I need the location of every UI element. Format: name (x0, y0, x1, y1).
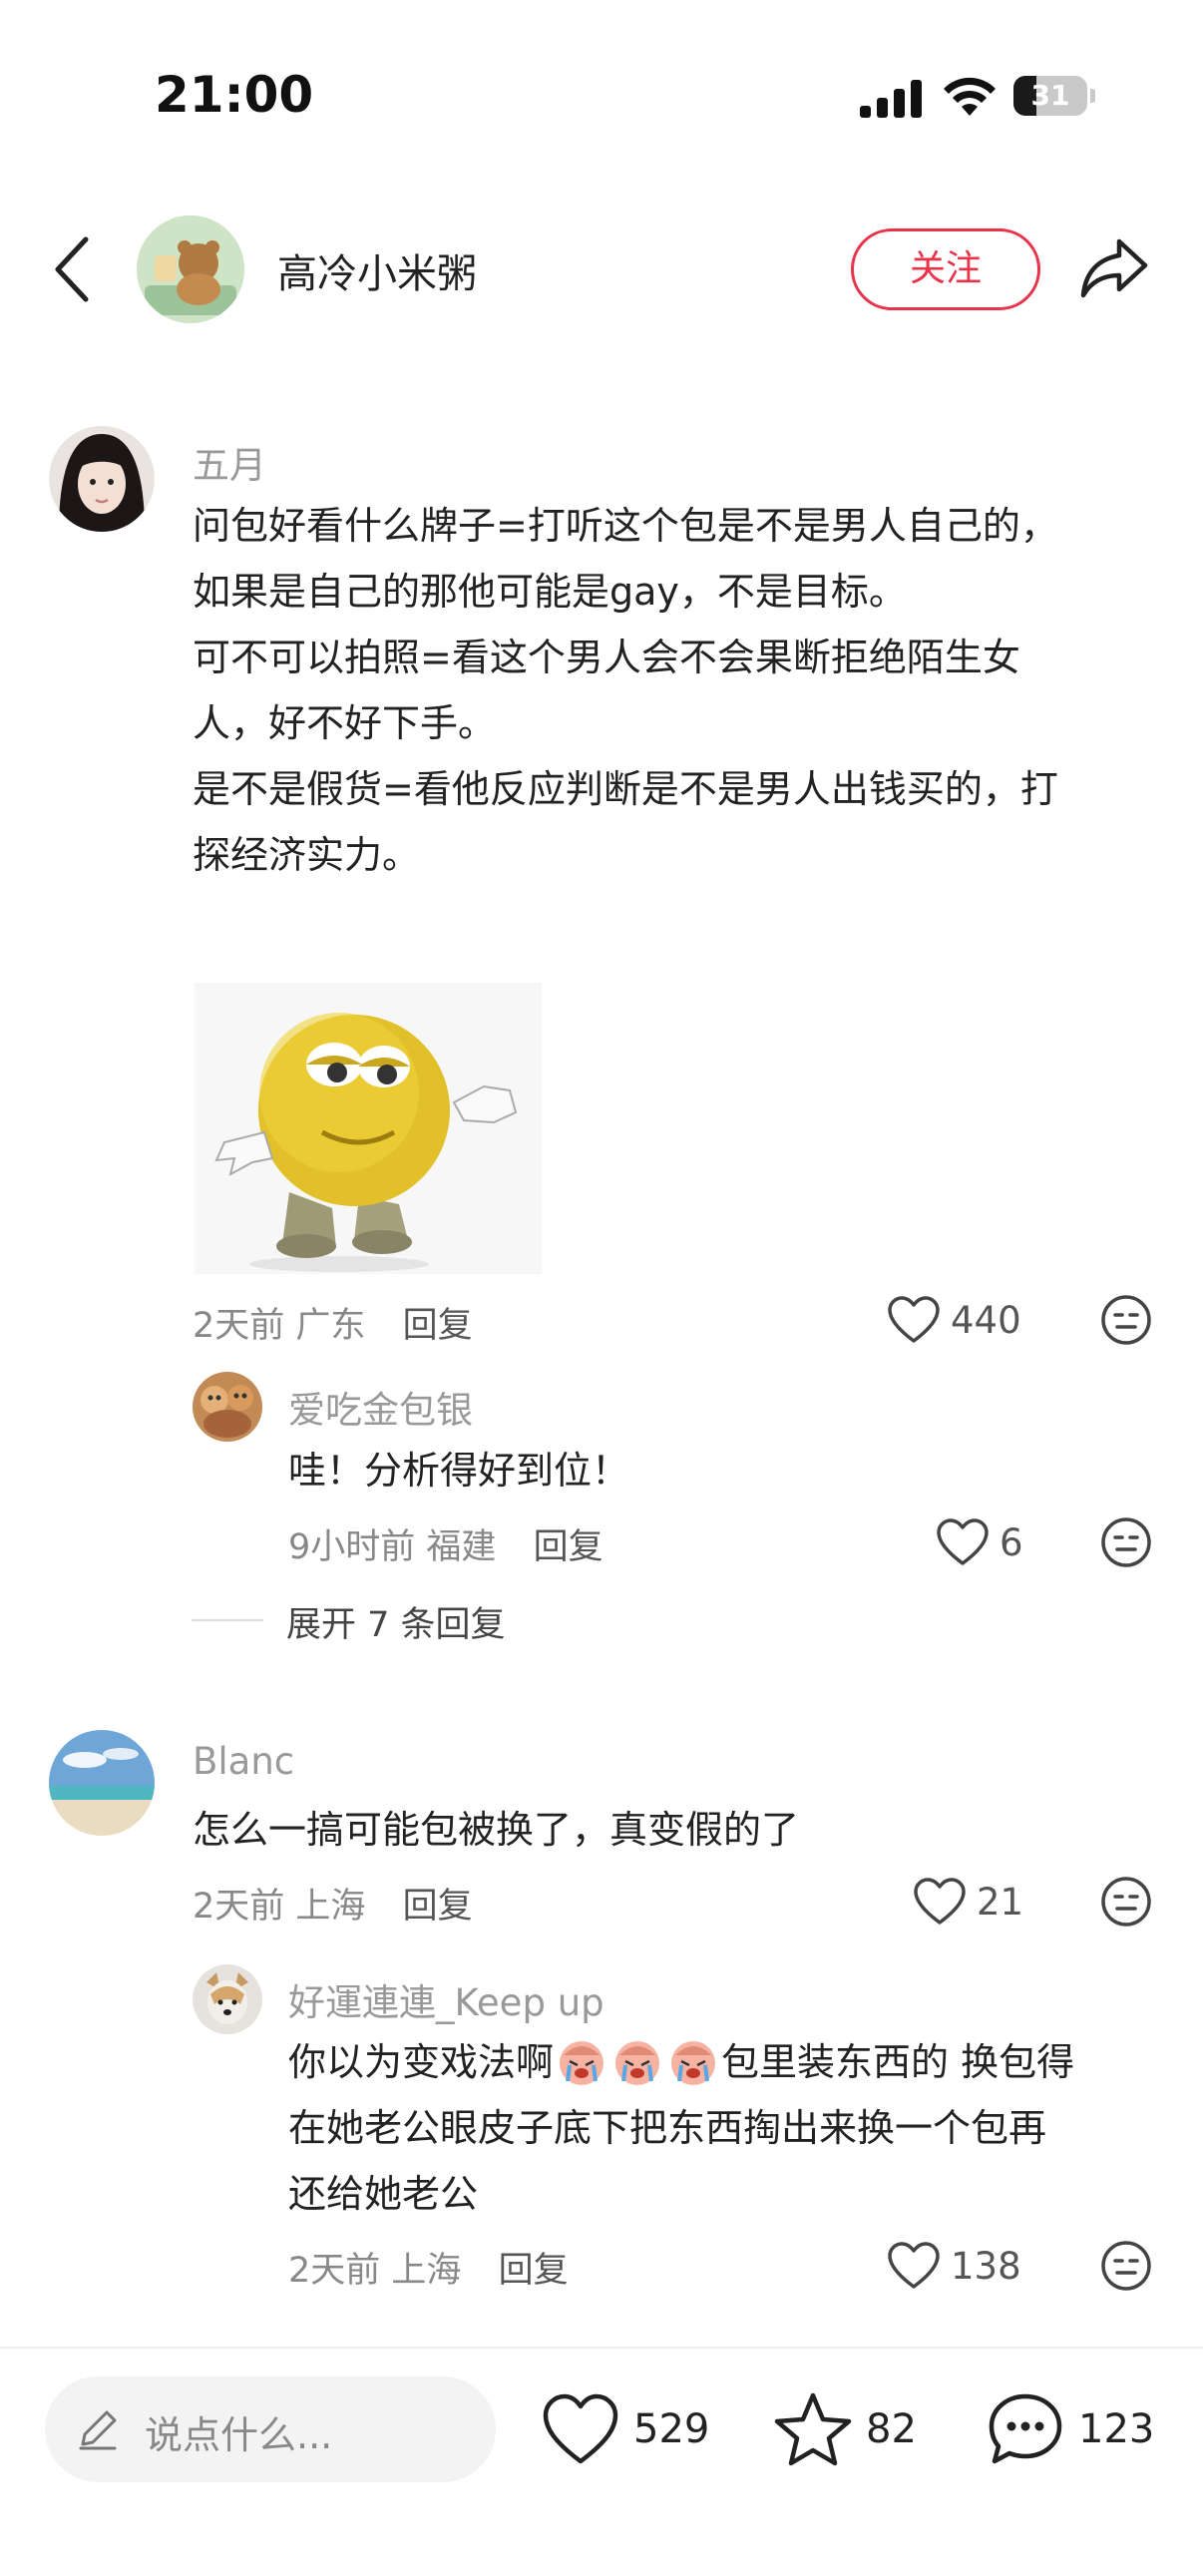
like-button[interactable]: 440 (887, 1292, 1021, 1348)
reply-username[interactable]: 好運連連_Keep up (288, 1972, 604, 2026)
comment-line: 问包好看什么牌子=打听这个包是不是男人自己的， (193, 504, 1058, 548)
emoji-icon[interactable] (1099, 1293, 1153, 1347)
comment-input-placeholder: 说点什么... (145, 2413, 333, 2457)
note-header: 高冷小米粥 关注 (0, 200, 1203, 339)
favorite-button[interactable]: 82 (774, 2389, 917, 2469)
comment-line: 人，好不好下手。 (193, 701, 497, 745)
back-icon[interactable] (52, 235, 92, 303)
comments-count: 123 (1078, 2406, 1155, 2452)
reply-line: 在她老公眼皮子底下把东西掏出来换一个包再 (288, 2106, 1047, 2150)
comment-line: 是不是假货=看他反应判断是不是男人出钱买的，打 (193, 767, 1058, 811)
reply-text: 你以为变戏法啊 包里装东西的 换包得 在她老公眼皮子底下把东西掏出来换一个包再 还… (288, 2029, 1166, 2227)
author-avatar[interactable] (137, 215, 244, 323)
star-icon (774, 2392, 852, 2466)
like-button[interactable]: 6 (936, 1514, 1023, 1570)
comment-meta: 2天前 上海 回复 (193, 1878, 473, 1929)
status-bar: 21:00 31 (0, 0, 1203, 200)
note-like-count: 529 (633, 2406, 710, 2452)
heart-icon (937, 1518, 989, 1565)
reply-time: 2天前 (288, 2251, 381, 2291)
chat-icon (989, 2393, 1062, 2464)
expand-replies-button[interactable]: 展开 7 条回复 (286, 1596, 506, 1647)
reply-username[interactable]: 爱吃金包银 (288, 1380, 473, 1434)
comment-input[interactable]: 说点什么... (45, 2376, 496, 2482)
reply-text: 哇！分析得好到位！ (288, 1449, 630, 1493)
signal-icon (860, 80, 922, 118)
emoji-icon[interactable] (1099, 1875, 1153, 1929)
crying-emoji-icon (560, 2041, 604, 2085)
reply-button[interactable]: 回复 (499, 2251, 569, 2291)
reply-button[interactable]: 回复 (534, 1527, 603, 1567)
comment-line: 如果是自己的那他可能是gay，不是目标。 (193, 570, 907, 614)
reply-button[interactable]: 回复 (403, 1306, 473, 1346)
reply-avatar[interactable] (193, 1964, 262, 2034)
bottom-divider (0, 2347, 1203, 2349)
comment-text: 怎么一搞可能包被换了，真变假的了 (193, 1808, 800, 1852)
wifi-icon (944, 77, 996, 116)
comment-meta: 2天前 广东 回复 (193, 1297, 473, 1348)
comment-line: 探经济实力。 (193, 833, 421, 877)
like-count: 6 (1000, 1520, 1023, 1564)
pencil-icon (79, 2410, 117, 2450)
follow-button[interactable]: 关注 (851, 228, 1040, 310)
like-button[interactable]: 138 (887, 2238, 1021, 2294)
comment-location: 上海 (295, 1887, 366, 1927)
reply-meta: 2天前 上海 回复 (288, 2242, 569, 2293)
reply-meta: 9小时前 福建 回复 (288, 1518, 603, 1569)
emoji-icon[interactable] (1099, 2239, 1153, 2293)
comment-text: 问包好看什么牌子=打听这个包是不是男人自己的， 如果是自己的那他可能是gay，不… (193, 493, 1150, 888)
reply-line-text: 你以为变戏法啊 (288, 2040, 555, 2084)
like-button[interactable]: 21 (913, 1874, 1023, 1930)
reply-location: 福建 (426, 1527, 497, 1567)
heart-icon (888, 1296, 940, 1343)
heart-icon (543, 2393, 618, 2464)
reply-line: 还给她老公 (288, 2172, 479, 2216)
comment-username[interactable]: 五月 (193, 435, 266, 489)
emoji-icon[interactable] (1099, 1515, 1153, 1569)
status-time: 21:00 (155, 66, 314, 124)
like-count: 138 (951, 2244, 1021, 2288)
like-count: 21 (977, 1880, 1024, 1924)
comments-button[interactable]: 123 (987, 2389, 1154, 2469)
reply-time: 9小时前 (288, 1527, 416, 1567)
reply-button[interactable]: 回复 (403, 1887, 473, 1927)
reply-location: 上海 (391, 2251, 462, 2291)
comment-sticker-image[interactable] (195, 983, 542, 1274)
crying-emoji-icon (615, 2041, 660, 2085)
crying-emoji-icon (671, 2041, 716, 2085)
like-count: 440 (951, 1298, 1021, 1342)
note-like-button[interactable]: 529 (542, 2389, 709, 2469)
battery-percent: 31 (1030, 79, 1070, 112)
comment-location: 广东 (295, 1306, 366, 1346)
reply-avatar[interactable] (193, 1372, 262, 1442)
reply-line-text: 包里装东西的 换包得 (721, 2040, 1075, 2084)
battery-icon: 31 (1013, 76, 1095, 116)
commenter-avatar[interactable] (49, 1730, 155, 1836)
expand-divider (192, 1619, 263, 1621)
share-icon[interactable] (1079, 233, 1149, 303)
reply-line: 你以为变戏法啊 包里装东西的 换包得 (288, 2029, 1166, 2095)
comment-line: 可不可以拍照=看这个男人会不会果断拒绝陌生女 (193, 636, 1020, 679)
comment-username[interactable]: Blanc (193, 1740, 294, 1783)
favorite-count: 82 (866, 2406, 917, 2452)
heart-icon (914, 1878, 966, 1925)
comment-time: 2天前 (193, 1887, 285, 1927)
heart-icon (888, 2242, 940, 2289)
author-name[interactable]: 高冷小米粥 (277, 241, 477, 299)
commenter-avatar[interactable] (49, 426, 155, 532)
comment-time: 2天前 (193, 1306, 285, 1346)
